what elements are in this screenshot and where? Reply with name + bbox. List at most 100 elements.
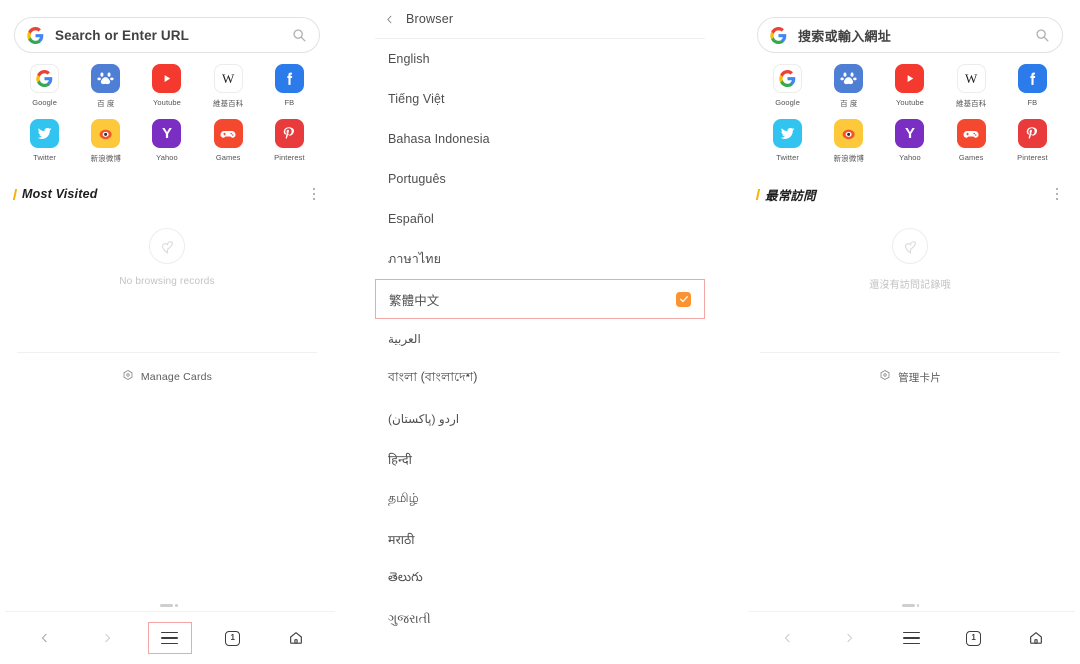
most-visited-header: 最常訪問 [755,185,1063,203]
language-list: English Tiếng Việt Bahasa Indonesia Port… [375,39,705,639]
hexagon-target-icon [879,368,891,386]
more-vertical-icon[interactable] [308,187,320,201]
language-label: বাংলা (বাংলাদেশ) [388,370,478,384]
manage-cards-button[interactable]: Manage Cards [14,368,320,386]
home-button[interactable] [274,622,318,654]
language-label: Português [388,172,446,186]
baidu-icon [91,64,121,93]
bottom-navigation-bar: 1 [748,612,1075,664]
back-button[interactable] [22,622,66,654]
manage-cards-button[interactable]: 管理卡片 [757,368,1063,386]
tab-count-icon: 1 [225,630,241,646]
empty-state: 還沒有訪問記錄哦 [757,228,1063,291]
language-item-tamil[interactable]: தமிழ் [375,479,705,519]
language-item-marathi[interactable]: मराठी [375,519,705,559]
language-item-bengali[interactable]: বাংলা (বাংলাদেশ) [375,359,705,399]
shortcut-pinterest[interactable]: Pinterest [1002,119,1063,164]
google-g-icon [27,26,44,44]
divider [760,352,1060,353]
shortcut-google[interactable]: Google [757,64,818,109]
shortcut-games[interactable]: Games [198,119,259,164]
shortcut-grid: Google 百 度 Youtube W 維基百科 FB Twitter 新浪微… [14,64,320,164]
pinterest-icon [274,119,304,148]
language-item-indonesian[interactable]: Bahasa Indonesia [375,119,705,159]
games-icon [213,119,243,148]
shortcut-pinterest[interactable]: Pinterest [259,119,320,164]
language-item-traditional-chinese[interactable]: 繁體中文 [375,279,705,319]
shortcut-weibo[interactable]: 新浪微博 [818,119,879,164]
facebook-icon [274,64,304,93]
language-item-arabic[interactable]: العربية [375,319,705,359]
twitter-icon [773,119,803,148]
drag-handle[interactable] [901,604,922,607]
youtube-icon [895,64,925,93]
shortcut-label: Twitter [776,153,799,162]
browser-home-panel-english: Search or Enter URL Google 百 度 Youtube W… [5,0,335,664]
language-item-spanish[interactable]: Español [375,199,705,239]
chevron-left-icon[interactable] [385,12,394,27]
search-input[interactable]: Search or Enter URL [14,17,320,53]
empty-state-text: No browsing records [119,276,215,287]
language-label: العربية [388,332,421,346]
wikipedia-icon: W [213,64,243,93]
search-icon[interactable] [1035,28,1049,42]
language-item-portuguese[interactable]: Português [375,159,705,199]
language-label: Tiếng Việt [388,92,445,106]
shortcut-label: Google [32,98,57,107]
menu-button[interactable] [889,622,933,654]
shortcut-games[interactable]: Games [941,119,1002,164]
language-item-english[interactable]: English [375,39,705,79]
home-button[interactable] [1014,622,1058,654]
shortcut-label: 新浪微博 [833,154,864,163]
shortcut-grid: Google 百 度 Youtube W 維基百科 FB Twitter 新浪微… [757,64,1063,164]
shortcut-yahoo[interactable]: Y Yahoo [879,119,940,164]
shortcut-baidu[interactable]: 百 度 [75,64,136,109]
weibo-icon [834,119,864,148]
screenshot-stage: Search or Enter URL Google 百 度 Youtube W… [0,0,1080,664]
shortcut-label: 維基百科 [212,99,244,108]
search-icon[interactable] [292,28,306,42]
shortcut-google[interactable]: Google [14,64,75,109]
breadcrumb: Browser [406,12,454,26]
checkmark-icon [676,291,691,307]
language-item-thai[interactable]: ภาษาไทย [375,239,705,279]
language-item-gujarati[interactable]: ગુજરાતી [375,599,705,639]
search-placeholder: Search or Enter URL [55,27,189,43]
language-item-telugu[interactable]: తెలుగు [375,559,705,599]
tabs-button[interactable]: 1 [952,622,996,654]
hamburger-icon [161,631,179,645]
shortcut-facebook[interactable]: FB [259,64,320,109]
language-item-urdu[interactable]: اردو (پاکستان) [375,399,705,439]
language-item-vietnamese[interactable]: Tiếng Việt [375,79,705,119]
shortcut-twitter[interactable]: Twitter [14,119,75,164]
shortcut-youtube[interactable]: Youtube [136,64,197,109]
shortcut-wikipedia[interactable]: W 維基百科 [941,64,1002,109]
shortcut-twitter[interactable]: Twitter [757,119,818,164]
wikipedia-icon: W [956,64,986,93]
language-label: English [388,52,430,66]
language-label: తెలుగు [388,570,423,584]
heart-icon [149,228,185,264]
menu-button[interactable] [147,622,192,654]
forward-button[interactable] [827,622,871,654]
shortcut-facebook[interactable]: FB [1002,64,1063,109]
empty-state-text: 還沒有訪問記錄哦 [869,280,951,291]
shortcut-baidu[interactable]: 百 度 [818,64,879,109]
yahoo-icon: Y [895,119,925,148]
drag-handle[interactable] [160,604,180,607]
more-vertical-icon[interactable] [1051,187,1063,201]
browser-home-panel-chinese: 搜索或輸入網址 Google 百 度 Youtube W 維基百科 FB Twi… [748,0,1075,664]
shortcut-wikipedia[interactable]: W 維基百科 [198,64,259,109]
tabs-button[interactable]: 1 [211,622,255,654]
forward-button[interactable] [85,622,129,654]
shortcut-label: 新浪微博 [90,154,121,163]
shortcut-yahoo[interactable]: Y Yahoo [136,119,197,164]
search-input[interactable]: 搜索或輸入網址 [757,17,1063,53]
shortcut-youtube[interactable]: Youtube [879,64,940,109]
language-label: اردو (پاکستان) [388,412,460,426]
back-button[interactable] [765,622,809,654]
language-item-hindi[interactable]: हिन्दी [375,439,705,479]
shortcut-label: 維基百科 [955,99,987,108]
shortcut-weibo[interactable]: 新浪微博 [75,119,136,164]
hexagon-target-icon [122,368,134,386]
